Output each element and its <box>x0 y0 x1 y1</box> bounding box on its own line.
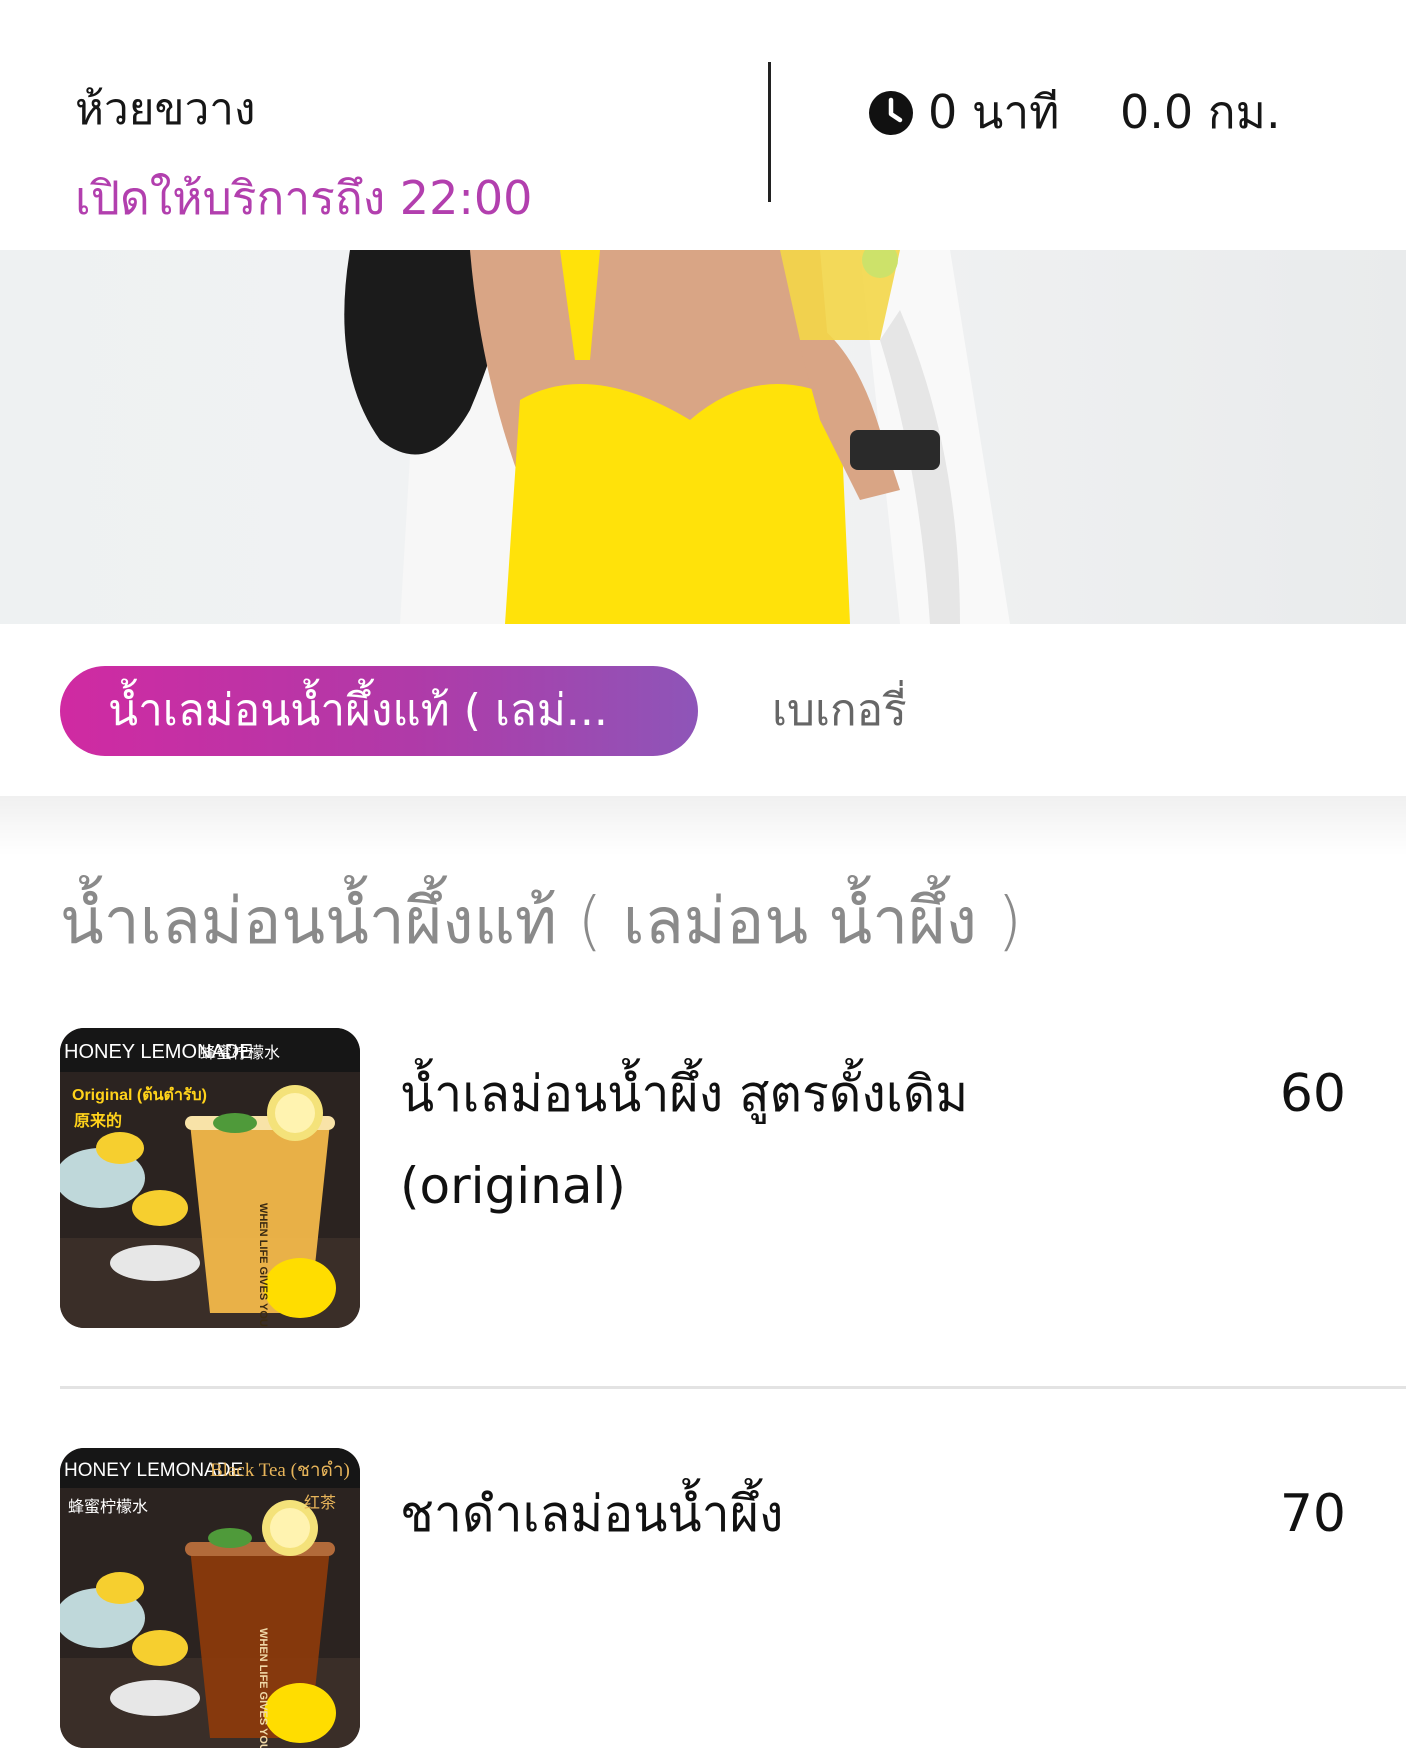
distance-text: 0.0 กม. <box>1120 85 1281 139</box>
item-image: HONEY LEMONADE 蜂蜜柠檬水 Original (ต้นตำรับ)… <box>60 1028 360 1328</box>
open-hours: เปิดให้บริการถึง 22:00 <box>75 171 533 225</box>
item-name: ชาดำเลม่อนน้ำผึ้ง <box>400 1485 784 1543</box>
header-divider <box>768 62 771 202</box>
section-title: น้ำเลม่อนน้ำผึ้งแท้ ( เลม่อน น้ำผึ้ง ) <box>60 885 1023 959</box>
menu-item[interactable]: HONEY LEMONADE Black Tea (ชาดำ) 蜂蜜柠檬水 红茶… <box>60 1448 1406 1758</box>
eta-text: 0 นาที <box>928 85 1060 139</box>
category-tabs: น้ำเลม่อนน้ำผึ้งแท้ ( เลม่... เบเกอรี่ <box>0 624 1406 796</box>
svg-text:红茶: 红茶 <box>304 1493 336 1512</box>
clock-icon <box>869 90 913 135</box>
tab-bakery[interactable]: เบเกอรี่ <box>772 666 907 756</box>
tabs-shadow <box>0 796 1406 856</box>
store-menu-page: ห้วยขวาง เปิดให้บริการถึง 22:00 0 นาที 0… <box>0 0 1406 1758</box>
svg-text:WHEN LIFE GIVES YOU LEMONS: WHEN LIFE GIVES YOU LEMONS <box>257 1628 269 1748</box>
svg-text:蜂蜜柠檬水: 蜂蜜柠檬水 <box>200 1043 280 1062</box>
store-name: ห้วยขวาง <box>75 84 256 135</box>
promo-banner[interactable] <box>0 250 1406 624</box>
store-header: ห้วยขวาง เปิดให้บริการถึง 22:00 0 นาที 0… <box>0 0 1406 250</box>
item-divider <box>60 1386 1406 1389</box>
svg-text:WHEN LIFE GIVES YOU LEMONS: WHEN LIFE GIVES YOU LEMONS <box>257 1203 269 1328</box>
menu-item[interactable]: HONEY LEMONADE 蜂蜜柠檬水 Original (ต้นตำรับ)… <box>60 1028 1406 1388</box>
svg-text:Black Tea (ชาดำ): Black Tea (ชาดำ) <box>210 1460 350 1481</box>
svg-text:Original (ต้นตำรับ): Original (ต้นตำรับ) <box>72 1086 207 1104</box>
banner-image <box>0 250 1406 624</box>
svg-text:蜂蜜柠檬水: 蜂蜜柠檬水 <box>68 1497 148 1516</box>
item-name: น้ำเลม่อนน้ำผึ้ง สูตรดั้งเดิม (original) <box>400 1065 969 1215</box>
item-image: HONEY LEMONADE Black Tea (ชาดำ) 蜂蜜柠檬水 红茶… <box>60 1448 360 1748</box>
item-price: 60 <box>1279 1064 1346 1124</box>
svg-text:原来的: 原来的 <box>74 1111 122 1130</box>
item-price: 70 <box>1279 1484 1346 1544</box>
delivery-eta: 0 นาที <box>868 76 1060 149</box>
tab-honey-lemonade[interactable]: น้ำเลม่อนน้ำผึ้งแท้ ( เลม่... <box>60 666 698 756</box>
